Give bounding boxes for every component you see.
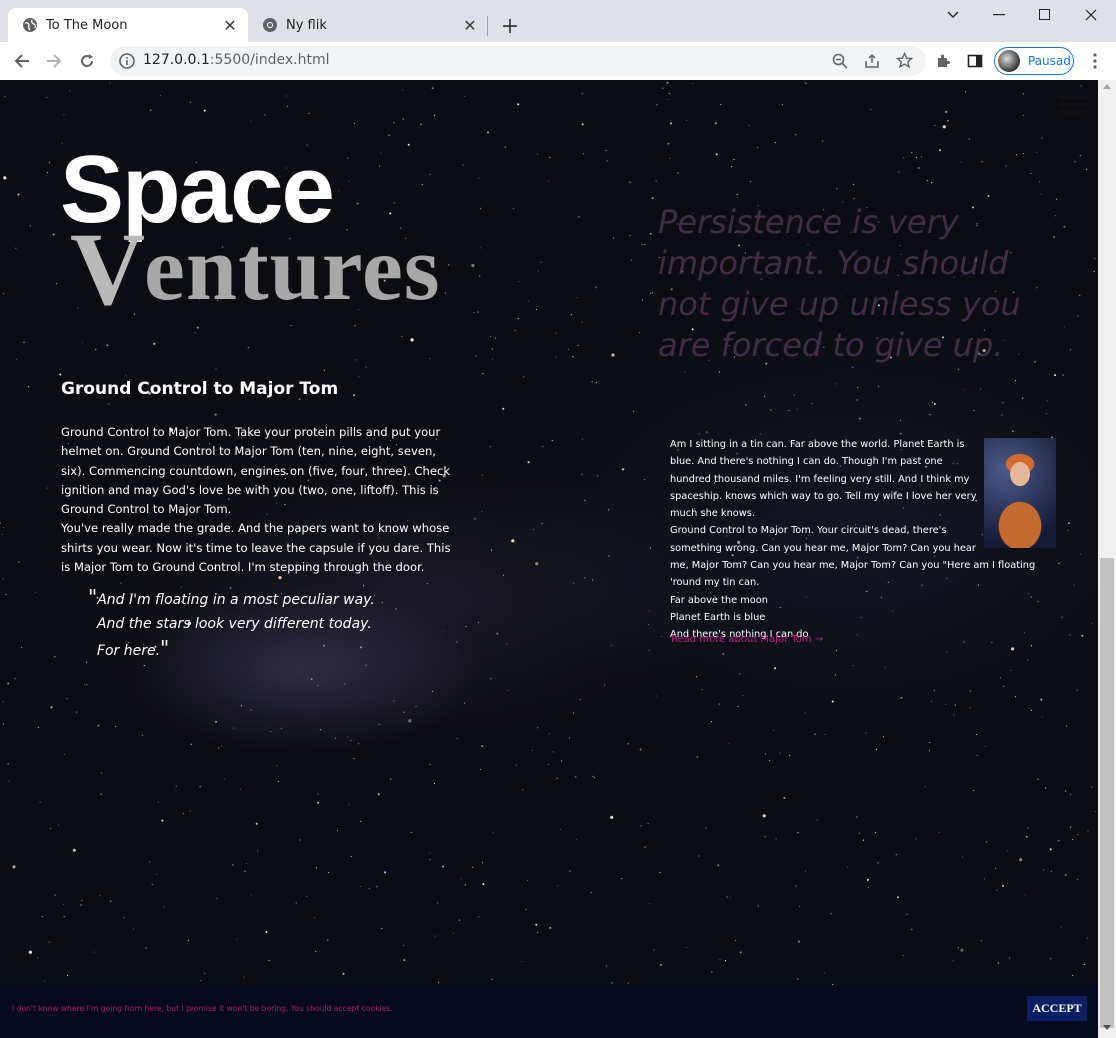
bookmark-star-icon[interactable] xyxy=(896,52,913,69)
accept-cookies-button[interactable]: ACCEPT xyxy=(1027,996,1087,1021)
browser-toolbar: 127.0.0.1:5500/index.html Pausad xyxy=(0,42,1116,81)
persistence-quote: Persistence is very important. You shoul… xyxy=(658,203,1021,364)
pull-quote-line-2: And the stars look very different today. xyxy=(96,616,372,632)
tab-ny-flik[interactable]: Ny flik ✕ xyxy=(248,8,488,42)
menu-kebab-icon[interactable] xyxy=(1080,46,1110,76)
tab-search-icon[interactable] xyxy=(930,0,976,30)
share-icon[interactable] xyxy=(864,53,880,69)
left-paragraph: Ground Control to Major Tom. Take your p… xyxy=(61,423,461,577)
chrome-icon xyxy=(263,18,277,32)
browser-window: To The Moon ✕ Ny flik ✕ + 127.0.0.1:5500… xyxy=(0,0,1116,1038)
window-close-icon[interactable] xyxy=(1068,0,1114,30)
zoom-icon[interactable] xyxy=(832,53,848,69)
logo-ventures: entures xyxy=(144,217,441,319)
globe-icon xyxy=(23,18,37,32)
major-tom-portrait xyxy=(984,438,1056,548)
url-text: 127.0.0.1:5500/index.html xyxy=(143,52,330,68)
url-path: :5500/index.html xyxy=(209,52,330,68)
profile-button[interactable]: Pausad xyxy=(994,47,1074,75)
section-title: Ground Control to Major Tom xyxy=(61,379,339,399)
left-paragraph-2: You've really made the grade. And the pa… xyxy=(61,521,451,575)
maximize-icon[interactable] xyxy=(1022,0,1068,30)
cookie-banner: I don't know where I'm going from here, … xyxy=(0,985,1098,1038)
cookie-message: I don't know where I'm going from here, … xyxy=(12,1004,393,1013)
tab-separator xyxy=(487,16,488,36)
right-line-1: Far above the moon xyxy=(670,594,768,606)
right-paragraph-2: Ground Control to Major Tom. Your circui… xyxy=(670,525,1036,589)
hamburger-menu-icon[interactable] xyxy=(1058,96,1088,116)
right-paragraph: Am I sitting in a tin can. Far above the… xyxy=(670,436,1056,644)
close-tab-icon[interactable]: ✕ xyxy=(220,15,240,35)
url-host: 127.0.0.1 xyxy=(143,52,210,68)
info-icon[interactable] xyxy=(118,52,136,70)
page-viewport: Space V entures Persistence is very impo… xyxy=(0,80,1098,1038)
read-more-link[interactable]: Read more about Major Tom → xyxy=(671,634,823,645)
back-arrow-icon[interactable] xyxy=(7,46,37,76)
tab-strip: To The Moon ✕ Ny flik ✕ + xyxy=(0,0,1116,42)
forward-arrow-icon[interactable] xyxy=(39,46,69,76)
new-tab-button[interactable]: + xyxy=(498,14,522,39)
avatar xyxy=(998,50,1020,72)
reload-icon[interactable] xyxy=(72,46,102,76)
side-panel-icon[interactable] xyxy=(960,46,990,76)
profile-label: Pausad xyxy=(1028,54,1071,68)
tab-title: Ny flik xyxy=(286,17,327,33)
scroll-up-icon[interactable] xyxy=(1103,84,1111,89)
pull-quote-line-3: For here. xyxy=(96,643,161,659)
scroll-down-icon[interactable] xyxy=(1103,1025,1111,1030)
address-bar[interactable]: 127.0.0.1:5500/index.html xyxy=(110,46,926,76)
left-paragraph-1: Ground Control to Major Tom. Take your p… xyxy=(61,425,451,517)
extensions-icon[interactable] xyxy=(928,46,958,76)
scrollbar-thumb[interactable] xyxy=(1100,558,1114,1028)
tab-to-the-moon[interactable]: To The Moon ✕ xyxy=(8,8,248,42)
tab-title: To The Moon xyxy=(46,17,128,33)
pull-quote-line-1: And I'm floating in a most peculiar way. xyxy=(97,592,375,608)
right-paragraph-1: Am I sitting in a tin can. Far above the… xyxy=(670,439,977,520)
pull-quote: "And I'm floating in a most peculiar way… xyxy=(88,585,375,660)
page-scrollbar[interactable] xyxy=(1098,80,1116,1038)
close-tab-icon[interactable]: ✕ xyxy=(460,15,480,35)
right-line-2: Planet Earth is blue xyxy=(670,611,766,623)
logo-v: V xyxy=(70,212,146,327)
minimize-icon[interactable] xyxy=(976,0,1022,30)
